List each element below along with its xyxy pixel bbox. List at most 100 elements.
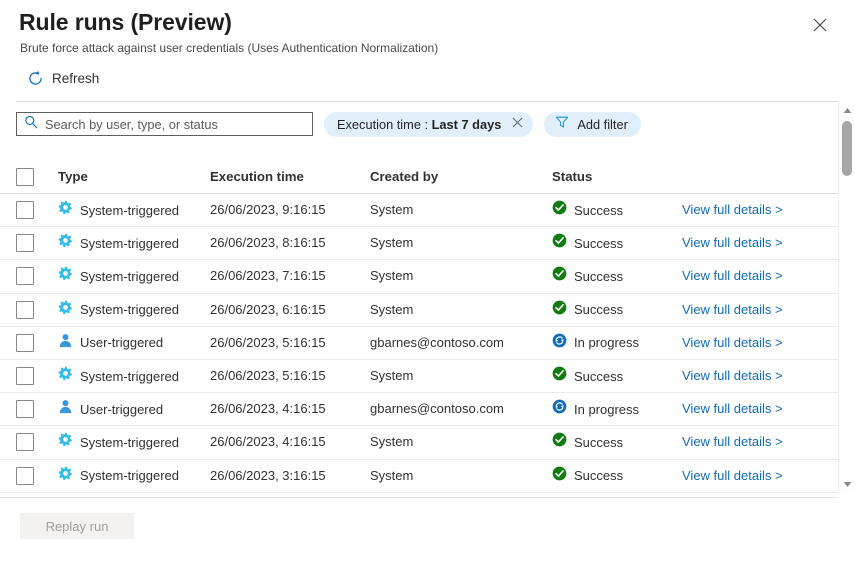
row-checkbox[interactable] [16,301,34,319]
search-icon [24,115,38,134]
table-row[interactable]: System-triggered26/06/2023, 7:16:15Syste… [0,260,838,293]
view-full-details-link[interactable]: View full details > [682,268,783,283]
in-progress-icon [552,333,567,353]
cell-created-by-label: System [370,302,413,317]
cell-execution-time-label: 26/06/2023, 7:16:15 [210,268,326,283]
search-box[interactable] [16,112,313,136]
view-full-details-link[interactable]: View full details > [682,302,783,317]
table-row[interactable]: System-triggered 26/06/2023, 4:16:15 Syste… [0,426,838,459]
replay-run-button[interactable]: Replay run [20,513,134,539]
row-select-cell [16,301,58,319]
row-select-cell [16,201,58,219]
row-checkbox[interactable] [16,334,34,352]
cell-created-by: System [370,267,552,285]
cell-type-label: User-triggered [80,335,163,350]
close-button[interactable] [806,11,834,39]
table-body: System-triggered 26/06/2023, 9:16:15 Syste… [0,194,838,493]
column-header-status[interactable]: Status [552,169,682,184]
cell-created-by-label: System [370,434,413,449]
refresh-button[interactable]: Refresh [27,70,99,87]
scrollbar-thumb[interactable] [842,121,852,176]
row-checkbox[interactable] [16,400,34,418]
cell-status: In progress [552,333,682,353]
cell-created-by: System [370,367,552,385]
view-full-details-link[interactable]: View full details > [682,335,783,350]
row-select-cell [16,467,58,485]
column-header-type[interactable]: Type [58,169,210,184]
header-divider [16,101,838,102]
column-header-execution-time-label: Execution time [210,169,304,184]
cell-type: User-triggered [58,399,210,419]
gear-icon [58,200,73,220]
cell-execution-time: 26/06/2023, 3:16:15 [210,467,370,485]
cell-execution-time-label: 26/06/2023, 4:16:15 [210,434,326,449]
table-row[interactable]: User-triggered26/06/2023, 4:16:15gbarnes… [0,393,838,426]
view-full-details-link[interactable]: View full details > [682,434,783,449]
cell-actions: View full details > [682,467,838,485]
status-badge: Success [574,203,623,218]
view-full-details-link[interactable]: View full details > [682,468,783,483]
cell-type-label: System-triggered [80,435,179,450]
scroll-up-button[interactable] [839,102,855,118]
table-row[interactable]: System-triggered26/06/2023, 8:16:15Syste… [0,227,838,260]
select-all-checkbox[interactable] [16,168,34,186]
gear-icon [58,466,73,486]
table-row[interactable]: User-triggered26/06/2023, 5:16:15gbarnes… [0,327,838,360]
person-icon [58,333,73,353]
page-subtitle: Brute force attack against user credenti… [20,41,438,55]
add-filter-button[interactable]: Add filter [544,112,641,137]
row-checkbox[interactable] [16,433,34,451]
view-full-details-link[interactable]: View full details > [682,401,783,416]
filter-pill-execution-time[interactable]: Execution time : Last 7 days [324,112,533,137]
row-select-cell [16,433,58,451]
panel-header: Rule runs (Preview) Brute force attack a… [0,0,855,101]
row-select-cell [16,267,58,285]
table-row[interactable]: System-triggered26/06/2023, 5:16:15Syste… [0,360,838,393]
view-full-details-link[interactable]: View full details > [682,202,783,217]
cell-actions: View full details > [682,367,838,385]
status-badge: Success [574,369,623,384]
person-icon [58,399,73,419]
add-filter-label: Add filter [577,117,628,132]
table-row[interactable]: System-triggered26/06/2023, 9:16:15Syste… [0,194,838,227]
row-checkbox[interactable] [16,267,34,285]
cell-execution-time-label: 26/06/2023, 6:16:15 [210,302,326,317]
search-input[interactable] [45,117,306,132]
cell-status: Success [552,432,682,452]
cell-execution-time-label: 26/06/2023, 9:16:15 [210,202,326,217]
table-scrollbar[interactable] [838,102,855,492]
cell-type: System-triggered [58,432,210,452]
view-full-details-link[interactable]: View full details > [682,368,783,383]
cell-actions: View full details > [682,334,838,352]
table-bottom-divider [0,497,838,498]
row-checkbox[interactable] [16,234,34,252]
success-icon [552,300,567,320]
view-full-details-link[interactable]: View full details > [682,235,783,250]
table-row[interactable]: System-triggered26/06/2023, 3:16:15Syste… [0,460,838,493]
cell-type-label: User-triggered [80,402,163,417]
cell-type-label: System-triggered [80,302,179,317]
cell-status: Success [552,266,682,286]
cell-execution-time-label: 26/06/2023, 3:16:15 [210,468,326,483]
cell-type: User-triggered [58,333,210,353]
cell-status: Success [552,200,682,220]
filter-icon [555,115,569,134]
filter-pill-remove-button[interactable] [510,117,524,131]
cell-actions: View full details > [682,201,838,219]
status-badge: Success [574,236,623,251]
cell-created-by: System [370,467,552,485]
success-icon [552,200,567,220]
status-badge: Success [574,435,623,450]
refresh-label: Refresh [52,71,99,86]
cell-actions: View full details > [682,234,838,252]
column-header-execution-time[interactable]: Execution time [210,168,370,186]
column-header-created-by[interactable]: Created by [370,168,552,186]
gear-icon [58,266,73,286]
row-select-cell [16,334,58,352]
row-checkbox[interactable] [16,367,34,385]
scroll-down-button[interactable] [839,476,855,492]
cell-execution-time: 26/06/2023, 6:16:15 [210,301,370,319]
row-checkbox[interactable] [16,467,34,485]
table-row[interactable]: System-triggered 26/06/2023, 6:16:15 Syste… [0,294,838,327]
row-checkbox[interactable] [16,201,34,219]
